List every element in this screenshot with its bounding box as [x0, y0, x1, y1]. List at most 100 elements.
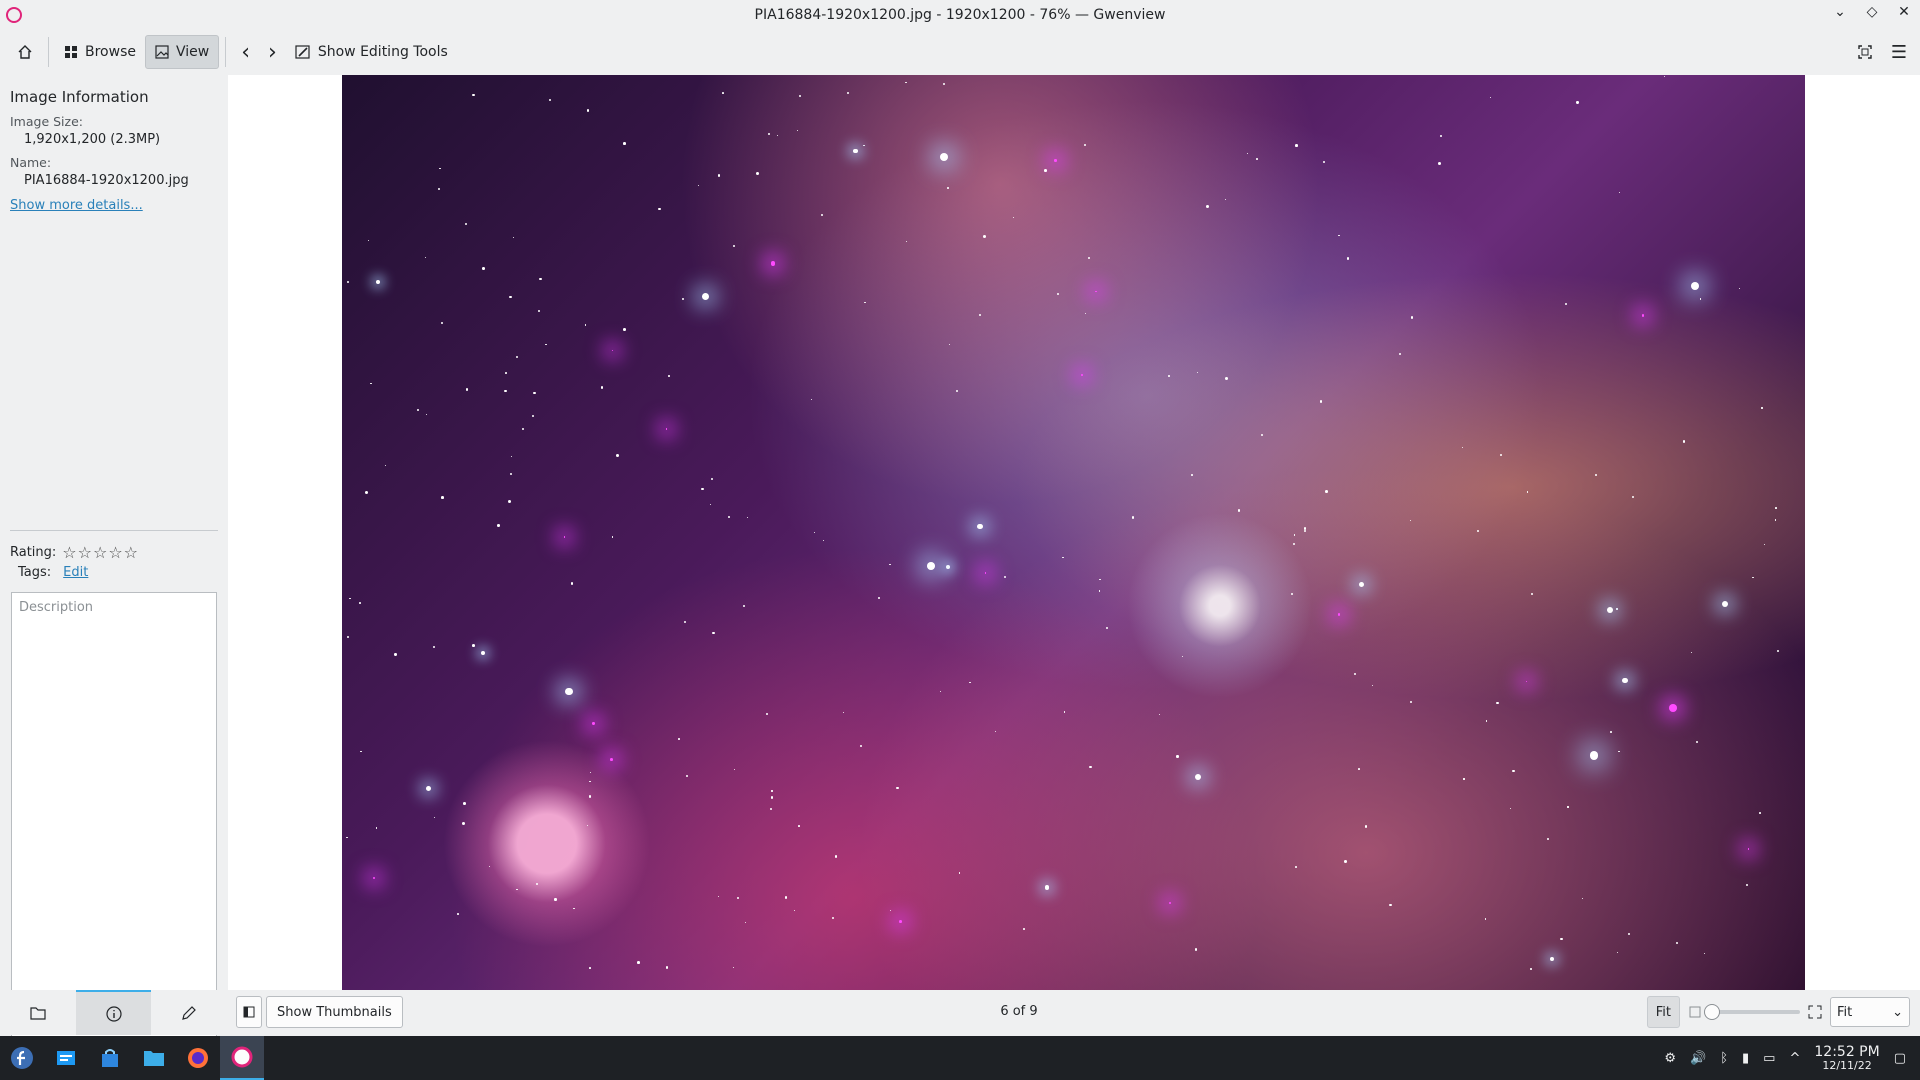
image-star	[697, 185, 699, 187]
image-star	[1320, 400, 1323, 403]
image-star	[860, 744, 863, 747]
image-star	[600, 386, 604, 390]
clock[interactable]: 12:52 PM 12/11/22	[1814, 1044, 1879, 1073]
image-star	[463, 801, 467, 805]
image-star	[665, 966, 669, 969]
image-viewer[interactable]	[228, 75, 1920, 990]
network-icon[interactable]: ▭	[1763, 1051, 1775, 1066]
image-star	[497, 524, 501, 527]
image-star	[360, 750, 362, 752]
tray-expand-icon[interactable]: ^	[1789, 1051, 1800, 1066]
view-button[interactable]: View	[144, 35, 220, 69]
grid-icon	[65, 46, 77, 58]
image-star	[977, 523, 984, 530]
taskbar-file-manager[interactable]	[132, 1036, 176, 1080]
battery-icon[interactable]: ▮	[1742, 1051, 1749, 1066]
image-star	[1205, 204, 1209, 208]
fedora-logo-icon	[11, 1047, 33, 1069]
maximize-icon[interactable]: ◇	[1862, 4, 1882, 20]
taskbar-firefox[interactable]	[176, 1036, 220, 1080]
zoom-slider-handle[interactable]	[1704, 1004, 1720, 1020]
hamburger-menu-icon: ☰	[1890, 41, 1907, 63]
image-star	[1364, 825, 1368, 828]
zoom-select[interactable]: Fit ⌄	[1830, 997, 1910, 1027]
window-titlebar: PIA16884-1920x1200.jpg - 1920x1200 - 76%…	[0, 0, 1920, 30]
image-star	[948, 343, 951, 346]
image-star	[717, 895, 720, 898]
displayed-image[interactable]	[342, 75, 1805, 990]
image-star	[906, 241, 908, 243]
rating-stars[interactable]: ☆☆☆☆☆	[62, 543, 139, 562]
home-button[interactable]	[8, 35, 42, 69]
image-star	[509, 473, 512, 476]
image-star	[1589, 751, 1599, 760]
zoom-slider[interactable]	[1704, 1004, 1800, 1020]
taskbar-app-store[interactable]	[88, 1036, 132, 1080]
image-star	[831, 916, 835, 920]
next-button[interactable]: ›	[259, 35, 286, 69]
clock-time: 12:52 PM	[1814, 1043, 1880, 1060]
image-star	[592, 722, 595, 725]
volume-icon[interactable]: 🔊	[1690, 1051, 1706, 1066]
image-star	[1084, 143, 1086, 146]
hamburger-menu-button[interactable]: ☰	[1882, 35, 1916, 69]
zoom-out-icon[interactable]	[1688, 1005, 1702, 1019]
image-star	[439, 167, 442, 170]
image-star	[1293, 534, 1296, 537]
show-more-details-link[interactable]: Show more details...	[10, 198, 143, 213]
taskbar-app-settings[interactable]	[44, 1036, 88, 1080]
edit-image-icon	[295, 45, 310, 59]
description-field[interactable]: Description	[11, 592, 217, 1051]
chevron-right-icon: ›	[268, 39, 277, 65]
fit-button[interactable]: Fit	[1646, 996, 1680, 1028]
show-desktop-icon[interactable]: ▢	[1894, 1051, 1906, 1066]
image-star	[586, 108, 590, 112]
image-star	[1700, 298, 1702, 300]
bluetooth-icon[interactable]: ᛒ	[1720, 1051, 1728, 1066]
zoom-in-icon[interactable]	[1808, 1005, 1822, 1019]
network-settings-icon[interactable]: ⚙	[1664, 1051, 1676, 1066]
image-star	[904, 81, 907, 84]
image-star	[1759, 812, 1761, 814]
taskbar-gwenview[interactable]	[220, 1036, 264, 1080]
browse-button[interactable]: Browse	[55, 35, 145, 69]
image-star	[1496, 701, 1499, 705]
image-star	[770, 796, 774, 799]
show-editing-tools-button[interactable]: Show Editing Tools	[286, 35, 457, 69]
image-star	[734, 768, 736, 771]
image-star	[623, 142, 626, 145]
image-star	[466, 388, 469, 391]
image-star	[711, 477, 714, 480]
image-star	[426, 413, 428, 415]
image-star	[1295, 144, 1298, 147]
image-star	[587, 824, 589, 826]
image-star	[793, 909, 796, 912]
application-launcher[interactable]	[0, 1036, 44, 1080]
image-star	[889, 909, 892, 912]
close-icon[interactable]: ✕	[1894, 4, 1914, 20]
image-star	[480, 651, 485, 656]
previous-button[interactable]: ‹	[232, 35, 259, 69]
image-star	[1763, 543, 1765, 545]
image-star	[1081, 374, 1084, 376]
image-star	[441, 496, 444, 499]
image-star	[984, 572, 987, 575]
image-star	[1576, 101, 1579, 104]
image-star	[472, 93, 475, 97]
image-star	[1409, 520, 1411, 522]
image-star	[1618, 750, 1621, 753]
image-star	[1290, 593, 1294, 596]
fullscreen-button[interactable]	[1848, 35, 1882, 69]
rating-row: Rating: ☆☆☆☆☆	[10, 530, 218, 562]
image-star	[733, 966, 735, 969]
tags-edit-link[interactable]: Edit	[63, 565, 88, 580]
image-star	[1745, 883, 1749, 887]
minimize-icon[interactable]: ⌄	[1830, 4, 1850, 20]
image-star	[1463, 778, 1465, 780]
fullscreen-icon	[1858, 45, 1872, 59]
main-toolbar: Browse View ‹ › Show Editing Tools ☰	[0, 30, 1920, 74]
image-star	[1619, 191, 1621, 194]
image-star	[1337, 613, 1341, 616]
chevron-down-icon: ⌄	[1892, 1004, 1903, 1020]
image-star	[1485, 720, 1487, 722]
